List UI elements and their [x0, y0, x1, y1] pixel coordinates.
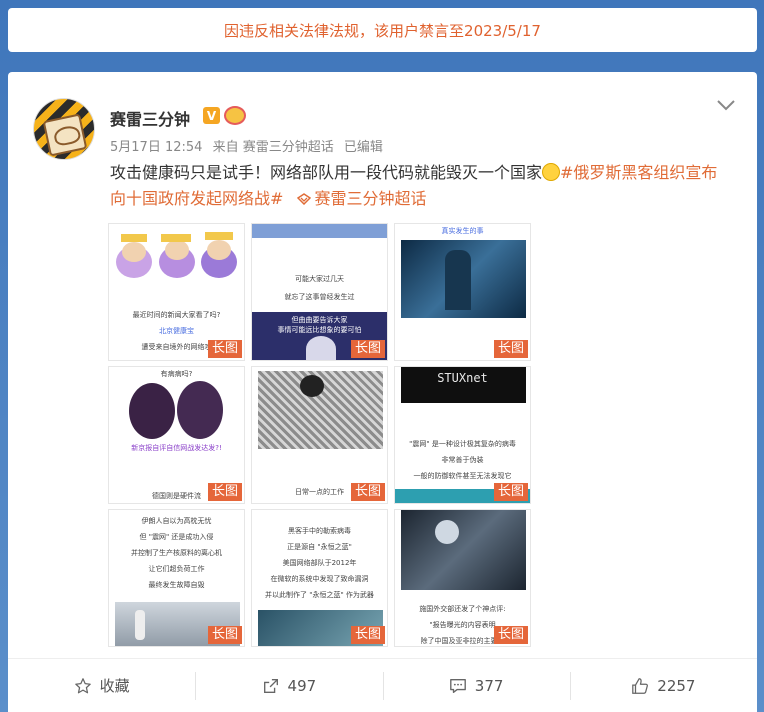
image-caption: 一般的防御软件甚至无法发现它 — [413, 472, 512, 480]
thumbs-up-icon — [632, 677, 649, 694]
image-caption: 新京报自评自信网战发达发?! — [131, 444, 222, 452]
image-caption: 但曲曲要告诉大家 — [291, 316, 348, 324]
image-thumb-1[interactable]: 最近时间的新闻大家看了吗? 北京健康宝 遭受来自境外的网络攻 长图 — [108, 223, 245, 361]
image-caption: 事情可能远比想象的要可怕 — [277, 326, 362, 334]
long-image-tag: 长图 — [207, 340, 242, 358]
image-caption: 最近时间的新闻大家看了吗? — [132, 311, 221, 319]
comment-icon — [449, 678, 466, 693]
image-thumb-4[interactable]: 有病病吗? 新京报自评自信网战发达发?! 德国则是硬件流 长图 — [108, 366, 245, 504]
long-image-tag: 长图 — [350, 483, 385, 501]
image-thumb-5[interactable]: 日常一点的工作 长图 — [251, 366, 388, 504]
image-caption: 有病病吗? — [160, 370, 193, 378]
star-icon — [74, 677, 91, 693]
long-image-tag: 长图 — [207, 626, 242, 644]
long-image-tag: 长图 — [207, 483, 242, 501]
image-caption: 真实发生的事 — [441, 227, 484, 235]
post-date[interactable]: 5月17日 12:54 — [110, 140, 202, 155]
image-caption: 最终发生故障自毁 — [148, 581, 205, 589]
chevron-down-icon[interactable] — [716, 98, 736, 112]
comment-button[interactable]: 377 — [382, 659, 570, 712]
image-thumb-6[interactable]: STUXnet "震网" 是一种设计极其复杂的病毒 非常善于伪装 一般的防御软件… — [394, 366, 531, 504]
image-caption: 施国外交部还发了个神点评: — [419, 605, 506, 613]
share-icon — [263, 678, 278, 693]
long-image-tag: 长图 — [350, 626, 385, 644]
post-meta: 5月17日 12:54 来自 赛雷三分钟超话 已编辑 — [110, 136, 389, 155]
repost-button[interactable]: 497 — [195, 659, 382, 712]
image-caption: 让它们超负荷工作 — [148, 565, 205, 573]
image-thumb-2[interactable]: 可能大家过几天 就忘了这事曾经发生过 但曲曲要告诉大家 事情可能远比想象的要可怕… — [251, 223, 388, 361]
image-caption: 并以此制作了 "永恒之蓝" 作为武器 — [265, 591, 374, 599]
image-caption: 但 "震网" 还是成功入侵 — [139, 533, 214, 541]
avatar[interactable] — [33, 98, 95, 160]
image-caption: 可能大家过几天 — [295, 275, 344, 283]
author-name[interactable]: 赛雷三分钟 — [110, 106, 190, 130]
image-caption: 美国网络部队于2012年 — [282, 559, 357, 567]
verified-icon: V — [203, 107, 220, 124]
long-image-tag: 长图 — [493, 626, 528, 644]
medal-icon — [224, 106, 246, 125]
post-text-main: 攻击健康码只是试手！网络部队用一段代码就能毁灭一个国家 — [110, 163, 543, 182]
image-caption: 北京健康宝 — [159, 327, 194, 335]
favorite-button[interactable]: 收藏 — [8, 659, 195, 712]
image-caption: STUXnet — [437, 371, 488, 385]
image-thumb-8[interactable]: 黑客手中的勒索病毒 正是源自 "永恒之蓝" 美国网络部队于2012年 在微软的系… — [251, 509, 388, 647]
image-caption: 非常善于伪装 — [441, 456, 484, 464]
post-card: 赛雷三分钟 V 5月17日 12:54 来自 赛雷三分钟超话 已编辑 攻击健康码… — [8, 72, 757, 712]
image-caption: 在微软的系统中发现了致命漏洞 — [270, 575, 369, 583]
favorite-label: 收藏 — [99, 677, 130, 695]
image-caption: 并控制了生产核原料的离心机 — [131, 549, 222, 557]
cartoon-figures-illustration — [116, 232, 237, 278]
long-image-tag: 长图 — [493, 483, 528, 501]
image-caption: 伊朗人自以为高枕无忧 — [141, 517, 212, 525]
edited-label[interactable]: 已编辑 — [344, 140, 383, 155]
supertopic-link[interactable]: 赛雷三分钟超话 — [296, 189, 427, 208]
image-caption: 黑客手中的勒索病毒 — [288, 527, 351, 535]
image-thumb-3[interactable]: 真实发生的事 长图 — [394, 223, 531, 361]
action-bar: 收藏 497 377 2257 — [8, 658, 757, 712]
like-count: 2257 — [657, 676, 696, 695]
post-text: 攻击健康码只是试手！网络部队用一段代码就能毁灭一个国家 #俄罗斯黑客组织宣布向十国… — [110, 160, 730, 212]
post-source[interactable]: 来自 赛雷三分钟超话 — [213, 140, 334, 155]
image-caption: "震网" 是一种设计极其复杂的病毒 — [409, 440, 516, 448]
surprised-emoji-icon — [542, 163, 561, 181]
image-thumb-9[interactable]: 施国外交部还发了个神点评: "报告曝光的内容表明 除了中国及亚非拉的主要发 长图 — [394, 509, 531, 647]
image-caption: 正是源自 "永恒之蓝" — [287, 543, 352, 551]
like-button[interactable]: 2257 — [569, 659, 757, 712]
long-image-tag: 长图 — [493, 340, 528, 358]
image-grid: 最近时间的新闻大家看了吗? 北京健康宝 遭受来自境外的网络攻 长图 可能大家过几… — [108, 223, 532, 648]
image-thumb-7[interactable]: 伊朗人自以为高枕无忧 但 "震网" 还是成功入侵 并控制了生产核原料的离心机 让… — [108, 509, 245, 647]
long-image-tag: 长图 — [350, 340, 385, 358]
repost-count: 497 — [287, 676, 317, 695]
ban-notice: 因违反相关法律法规，该用户禁言至2023/5/17 — [8, 8, 757, 52]
comment-count: 377 — [474, 676, 504, 695]
image-caption: 就忘了这事曾经发生过 — [284, 293, 355, 301]
supertopic-label: 赛雷三分钟超话 — [314, 189, 427, 208]
diamond-icon — [296, 193, 311, 206]
